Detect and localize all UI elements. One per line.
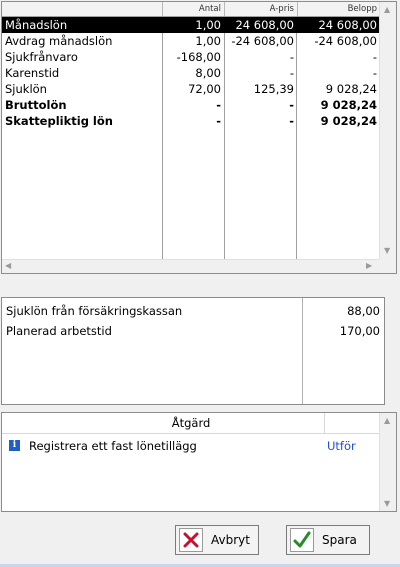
scroll-up-icon[interactable]: ▲ [384,5,390,15]
row-belopp: 9 028,24 [320,98,377,112]
info-label: Planerad arbetstid [6,324,112,338]
scroll-up-icon[interactable]: ▲ [384,416,390,426]
table-row[interactable]: Karenstid 8,00 - - [2,65,380,81]
row-apris: - [289,114,294,128]
cancel-label: Avbryt [211,533,250,547]
row-apris: - [289,50,294,64]
header-belopp[interactable]: Belopp [297,2,380,16]
row-antal: 1,00 [195,34,221,48]
row-antal: -168,00 [176,50,221,64]
action-label: Registrera ett fast lönetillägg [29,439,197,453]
row-name: Månadslön [5,18,68,32]
row-belopp: - [372,66,377,80]
row-belopp: -24 608,00 [314,34,377,48]
table-row[interactable]: Sjukfrånvaro -168,00 - - [2,49,380,65]
info-label: Sjuklön från försäkringskassan [6,304,183,318]
table-row[interactable]: Bruttolön - - 9 028,24 [2,97,380,113]
header-antal[interactable]: Antal [162,2,224,16]
table-row[interactable]: Sjuklön 72,00 125,39 9 028,24 [2,81,380,97]
info-value: 170,00 [339,324,380,338]
header-name [2,2,162,16]
info-panel: Sjuklön från försäkringskassan 88,00 Pla… [1,297,385,405]
close-icon [179,528,203,552]
actions-header-divider [324,413,325,433]
scrollbar-corner [379,259,396,273]
execute-action-link[interactable]: Utför [327,437,356,455]
checkmark-icon [290,528,314,552]
action-item: i Registrera ett fast lönetillägg Utför [2,437,380,455]
info-icon: i [9,440,20,451]
info-row: Planerad arbetstid 170,00 [2,322,384,340]
scroll-down-icon[interactable]: ▼ [384,499,390,509]
scroll-left-icon[interactable]: ◀ [5,261,11,271]
row-antal: 72,00 [188,82,221,96]
row-apris: 125,39 [253,82,294,96]
save-button[interactable]: Spara [286,525,370,555]
row-antal: 8,00 [195,66,221,80]
row-name: Sjuklön [5,82,47,96]
scroll-right-icon[interactable]: ▶ [366,261,372,271]
grid-header: Antal A-pris Belopp [2,2,380,17]
info-value: 88,00 [347,304,380,318]
row-name: Avdrag månadslön [5,34,113,48]
row-apris: -24 608,00 [231,34,294,48]
row-apris: 24 608,00 [235,18,294,32]
table-row[interactable]: Skattepliktig lön - - 9 028,24 [2,113,380,129]
row-name: Bruttolön [5,98,67,112]
table-row[interactable]: Avdrag månadslön 1,00 -24 608,00 -24 608,00 [2,33,380,49]
row-antal: - [216,98,221,112]
header-apris[interactable]: A-pris [224,2,297,16]
actions-scrollbar[interactable]: ▲ ▼ [379,413,396,511]
row-belopp: 9 028,24 [320,114,377,128]
row-belopp: - [372,50,377,64]
scroll-down-icon[interactable]: ▼ [384,246,390,256]
vertical-scrollbar[interactable]: ▲ ▼ [379,2,396,260]
row-antal: 1,00 [195,18,221,32]
salary-items-grid[interactable]: Antal A-pris Belopp Månadslön 1,00 24 608,… [1,1,397,274]
row-apris: - [289,98,294,112]
info-row: Sjuklön från försäkringskassan 88,00 [2,302,384,320]
table-row[interactable]: Månadslön 1,00 24 608,00 24 608,00 [2,17,380,33]
row-name: Skattepliktig lön [5,114,113,128]
row-apris: - [289,66,294,80]
row-name: Karenstid [5,66,60,80]
row-antal: - [216,114,221,128]
actions-panel: Åtgärd i Registrera ett fast lönetillägg… [1,412,397,512]
horizontal-scrollbar[interactable]: ◀ ▶ [2,259,380,273]
row-name: Sjukfrånvaro [5,50,78,64]
row-belopp: 24 608,00 [318,18,377,32]
save-label: Spara [322,533,357,547]
cancel-button[interactable]: Avbryt [175,525,259,555]
row-belopp: 9 028,24 [325,82,377,96]
